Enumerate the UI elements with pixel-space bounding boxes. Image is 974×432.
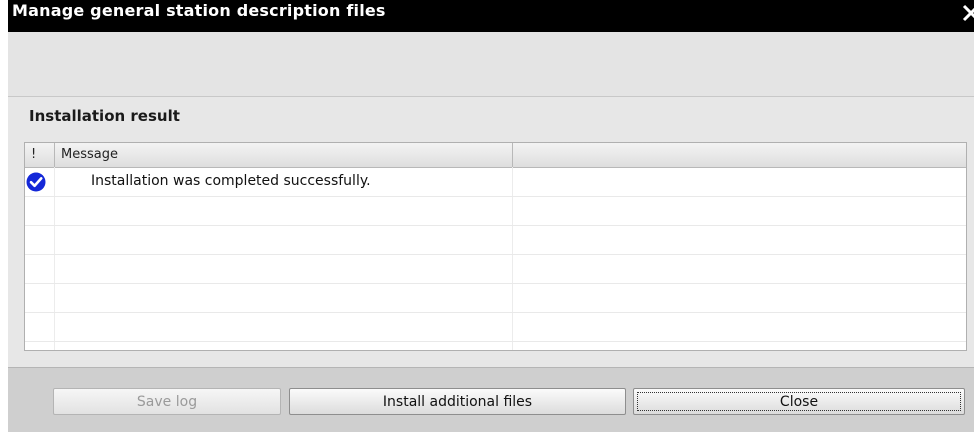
column-header-extra[interactable] (513, 143, 966, 167)
row-message: Installation was completed successfully. (91, 173, 371, 189)
close-button[interactable]: Close (633, 388, 965, 415)
button-bar: Save log Install additional files Close (8, 367, 974, 432)
save-log-button[interactable]: Save log (53, 388, 281, 415)
dialog: Manage general station description files… (8, 0, 974, 432)
table-row[interactable] (25, 313, 966, 342)
close-icon[interactable] (962, 0, 974, 26)
title-bar: Manage general station description files (8, 0, 974, 32)
table-row[interactable]: Installation was completed successfully. (25, 168, 966, 197)
column-header-status[interactable]: ! (25, 143, 55, 167)
result-table: ! Message Installation was completed suc… (24, 142, 967, 351)
check-circle-icon (26, 172, 46, 192)
section-title: Installation result (29, 107, 180, 125)
install-additional-files-button[interactable]: Install additional files (289, 388, 626, 415)
column-header-message[interactable]: Message (55, 143, 513, 167)
window-title: Manage general station description files (12, 1, 386, 20)
table-row[interactable] (25, 197, 966, 226)
table-header: ! Message (25, 143, 966, 168)
table-row[interactable] (25, 255, 966, 284)
content-area: Installation result ! Message Installati… (8, 97, 974, 367)
table-row[interactable] (25, 284, 966, 313)
table-row[interactable] (25, 226, 966, 255)
header-band (8, 32, 974, 97)
